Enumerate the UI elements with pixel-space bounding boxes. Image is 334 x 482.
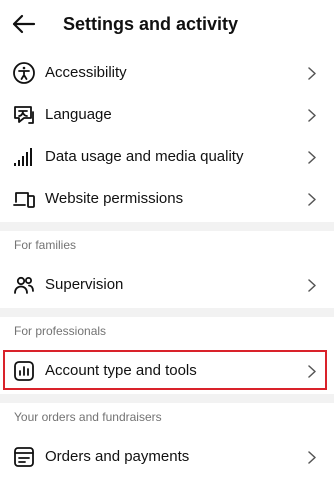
chevron-right-icon [308, 67, 316, 80]
chevron-right-icon [308, 151, 316, 164]
menu-item-label: Accessibility [45, 64, 127, 81]
menu-item-data-usage[interactable]: Data usage and media quality [0, 136, 334, 178]
menu-item-label: Data usage and media quality [45, 148, 244, 165]
section-divider [0, 308, 334, 317]
chevron-right-icon [308, 365, 316, 378]
signal-bars-icon [12, 145, 36, 169]
receipt-icon [12, 445, 36, 469]
menu-item-label: Website permissions [45, 190, 184, 207]
section-divider [0, 394, 334, 403]
menu-item-language[interactable]: Language [0, 94, 334, 136]
section-header-orders: Your orders and fundraisers [14, 410, 162, 424]
chevron-right-icon [308, 193, 316, 206]
devices-icon [12, 187, 36, 211]
menu-item-website-permissions[interactable]: Website permissions [0, 178, 334, 220]
menu-item-label: Language [45, 106, 112, 123]
menu-item-account-type-and-tools[interactable]: Account type and tools [0, 350, 334, 392]
back-arrow-icon[interactable] [10, 12, 36, 36]
section-header-families: For families [14, 238, 77, 252]
menu-item-orders-and-payments[interactable]: Orders and payments [0, 436, 334, 478]
section-divider [0, 222, 334, 231]
people-icon [12, 273, 36, 297]
page-title: Settings and activity [63, 14, 239, 34]
menu-item-accessibility[interactable]: Accessibility [0, 52, 334, 94]
chevron-right-icon [308, 109, 316, 122]
menu-item-supervision[interactable]: Supervision [0, 264, 334, 306]
chart-icon [12, 359, 36, 383]
language-icon [12, 103, 36, 127]
chevron-right-icon [308, 451, 316, 464]
menu-item-label: Supervision [45, 276, 124, 293]
chevron-right-icon [308, 279, 316, 292]
menu-item-label: Orders and payments [45, 448, 190, 465]
accessibility-icon [12, 61, 36, 85]
section-header-professionals: For professionals [14, 324, 107, 338]
menu-item-label: Account type and tools [45, 362, 197, 379]
header-bar: Settings and activity [0, 0, 334, 48]
